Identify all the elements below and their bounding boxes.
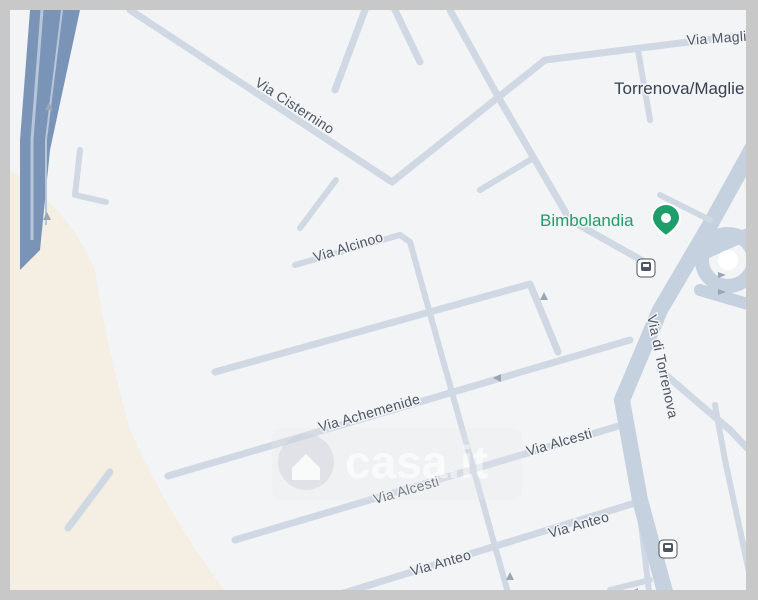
map-frame: Via Magli Via Cisternino Via Alcinoo Via… — [0, 0, 758, 600]
arrow-icon — [540, 292, 548, 300]
arrow-icon — [506, 572, 514, 580]
map-pin-icon[interactable] — [650, 202, 682, 238]
street-label-via-anteo-lower: Via Anteo — [408, 546, 472, 579]
street-label-via-cisternino: Via Cisternino — [252, 74, 337, 137]
bus-stop-icon[interactable] — [658, 539, 678, 559]
area-label: Torrenova/Maglie — [614, 79, 744, 98]
bus-stop-icon[interactable] — [636, 258, 656, 278]
arrow-icon — [634, 588, 638, 590]
street-label-via-anteo-upper: Via Anteo — [546, 508, 610, 541]
map-canvas[interactable]: Via Magli Via Cisternino Via Alcinoo Via… — [10, 10, 758, 600]
street-label-via-magli: Via Magli — [686, 28, 747, 48]
poi-label[interactable]: Bimbolandia — [539, 210, 636, 232]
roundabout-center — [718, 250, 738, 270]
beach-area — [10, 170, 225, 590]
watermark-text: casa.it — [345, 436, 488, 488]
bus-stop-icon[interactable] — [748, 139, 758, 157]
arrow-icon — [718, 272, 726, 278]
street-label-via-alcinoo: Via Alcinoo — [311, 228, 385, 264]
street-label-via-di-torrenova: Via di Torrenova — [644, 313, 682, 419]
street-label-via-alcesti-upper: Via Alcesti — [524, 425, 593, 459]
watermark: casa.it — [272, 428, 522, 500]
